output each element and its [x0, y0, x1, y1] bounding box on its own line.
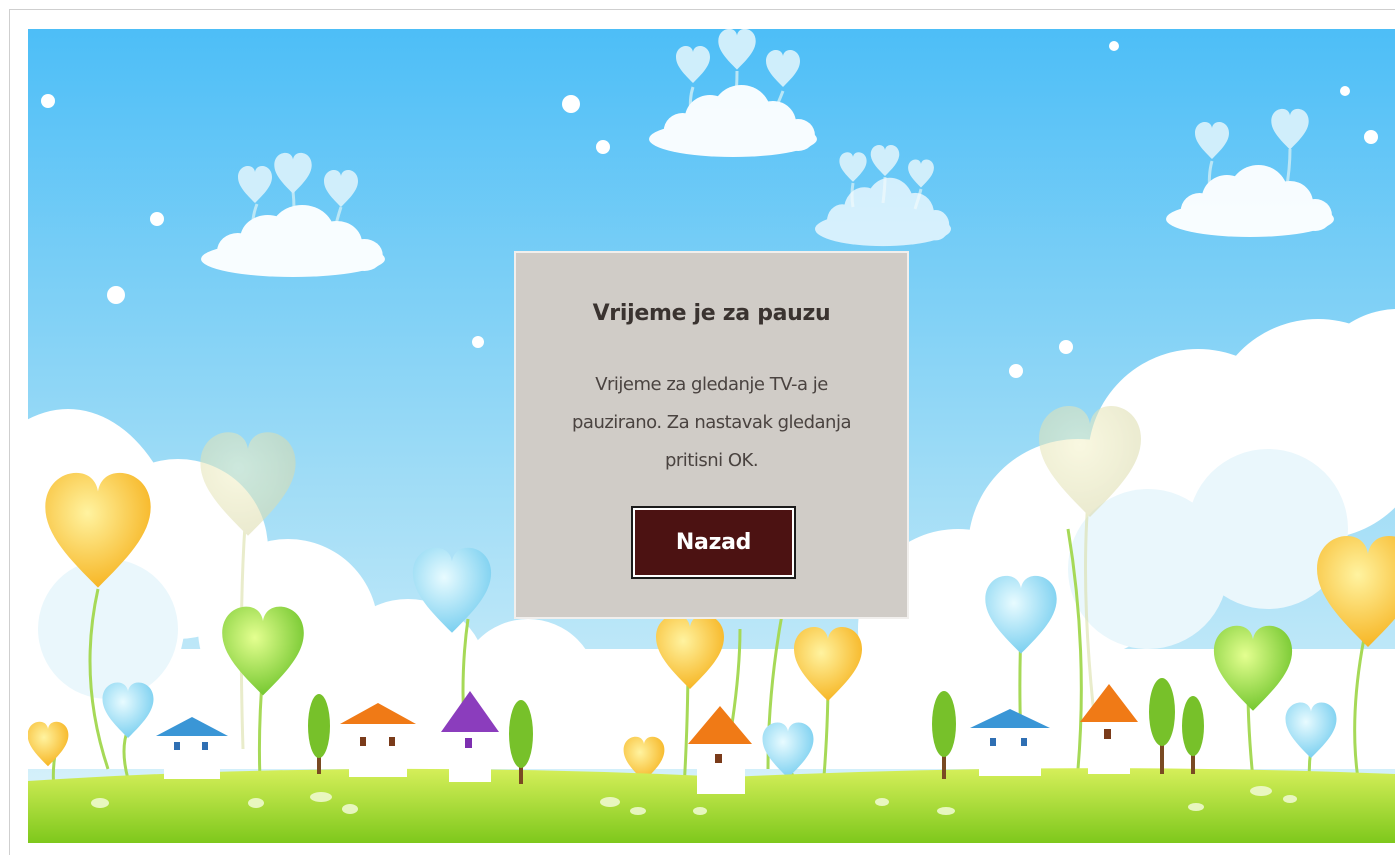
pause-dialog: Vrijeme je za pauzu Vrijeme za gledanje …	[514, 251, 909, 619]
window-border-left	[9, 9, 10, 855]
dialog-title: Vrijeme je za pauzu	[592, 301, 831, 326]
back-button[interactable]: Nazad	[631, 506, 796, 579]
window-border-top	[10, 9, 1395, 10]
app-window: Vrijeme je za pauzu Vrijeme za gledanje …	[0, 0, 1395, 855]
dialog-message: Vrijeme za gledanje TV-a je pauzirano. Z…	[571, 374, 852, 471]
